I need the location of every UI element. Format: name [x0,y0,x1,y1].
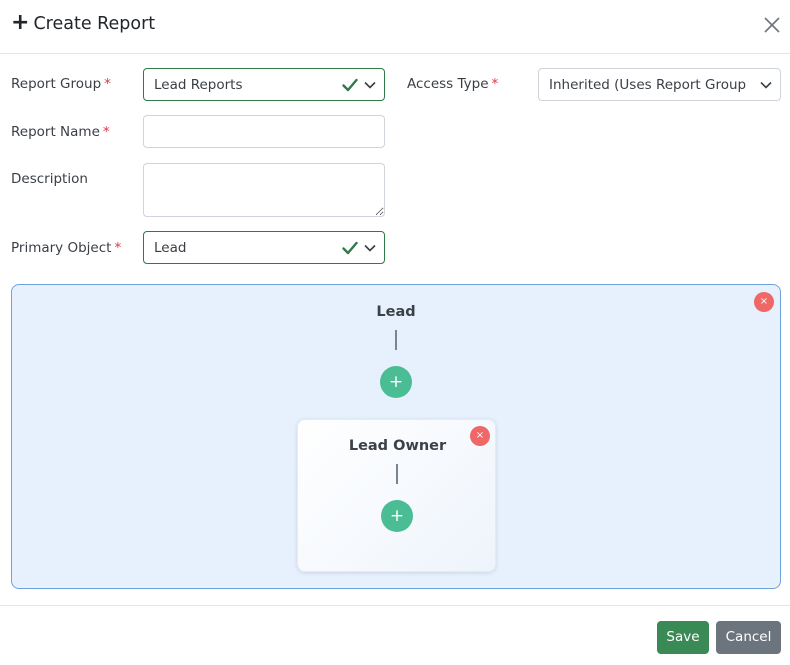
close-button[interactable] [762,15,782,35]
remove-root-button[interactable]: × [754,292,774,312]
create-report-modal: + Create Report Report Group * Lead Repor… [0,0,790,665]
required-marker: * [114,240,122,256]
description-label-text: Description [11,171,88,187]
description-label: Description [11,171,88,187]
relationship-canvas: × Lead + × Lead Owner + [11,284,781,589]
plus-icon: + [11,10,30,35]
modal-footer: Save Cancel [0,605,790,665]
cancel-button[interactable]: Cancel [716,621,781,654]
child-node-title: Lead Owner [348,438,447,454]
chevron-down-icon [364,244,376,252]
report-group-select[interactable]: Lead Reports [143,68,385,101]
primary-object-label-text: Primary Object [11,240,112,256]
primary-object-select[interactable]: Lead [143,231,385,264]
access-type-label-text: Access Type [407,76,489,92]
root-node-title: Lead [376,304,416,320]
report-name-label: Report Name * [11,124,110,140]
required-marker: * [102,124,110,140]
required-marker: * [104,76,111,92]
modal-header: + Create Report [0,0,790,54]
chevron-down-icon [364,81,376,89]
add-relation-button[interactable]: + [380,366,412,398]
report-group-label-text: Report Group [11,76,102,92]
save-button[interactable]: Save [657,621,709,654]
report-group-label: Report Group * [11,76,111,92]
child-node-card: × Lead Owner + [297,419,496,572]
connector-line [396,464,398,484]
chevron-down-icon [760,81,772,89]
access-type-select[interactable]: Inherited (Uses Report Group Pe [538,68,781,101]
required-marker: * [491,76,499,92]
check-icon [342,241,358,254]
close-icon [764,17,780,33]
modal-title: + Create Report [11,10,156,35]
report-group-value: Lead Reports [154,76,243,93]
add-child-relation-button[interactable]: + [381,500,413,532]
description-textarea[interactable] [143,163,385,217]
connector-line [395,330,397,350]
modal-title-text: Create Report [33,14,156,34]
select-icons [756,69,772,100]
report-name-input[interactable] [143,115,385,148]
check-icon [342,78,358,91]
select-icons [338,232,376,263]
access-type-label: Access Type * [407,76,498,92]
select-icons [338,69,376,100]
access-type-value: Inherited (Uses Report Group Pe [549,76,749,93]
report-name-label-text: Report Name [11,124,100,140]
primary-object-value: Lead [154,239,187,256]
primary-object-label: Primary Object * [11,240,121,256]
